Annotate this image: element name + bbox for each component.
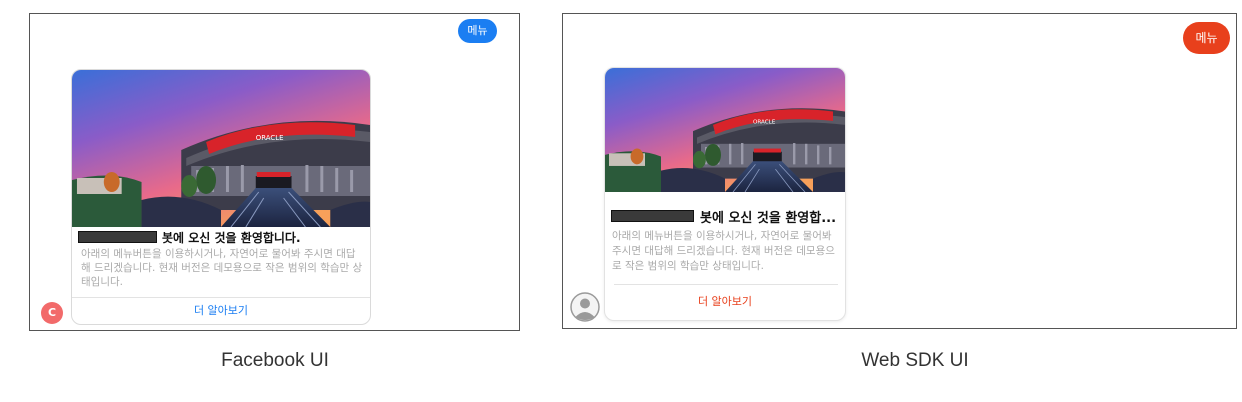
card-divider <box>614 284 838 285</box>
menu-button[interactable]: 메뉴 <box>1183 22 1230 54</box>
card-description: 아래의 메뉴버튼을 이용하시거나, 자연어로 물어봐 주시면 대답해 드리겠습니… <box>612 230 835 272</box>
card-title-row: 봇에 오신 것을 환영합... <box>611 206 843 226</box>
card-title: 봇에 오신 것을 환영합... <box>700 210 837 226</box>
redacted-bot-name <box>611 210 694 222</box>
web-sdk-ui-caption: Web SDK UI <box>861 350 969 371</box>
arena-image <box>72 70 370 227</box>
welcome-card: 봇에 오신 것을 환영합니다. 아래의 메뉴버튼을 이용하시거나, 자연어로 물… <box>71 69 371 325</box>
user-placeholder-icon <box>570 292 600 322</box>
learn-more-button[interactable]: 더 알아보기 <box>72 301 370 321</box>
card-title: 봇에 오신 것을 환영합니다. <box>162 230 301 245</box>
welcome-card: 봇에 오신 것을 환영합... 아래의 메뉴버튼을 이용하시거나, 자연어로 물… <box>604 67 846 321</box>
bot-avatar: C <box>41 302 63 324</box>
learn-more-button[interactable]: 더 알아보기 <box>605 291 845 313</box>
arena-image <box>605 68 845 192</box>
menu-button[interactable]: 메뉴 <box>458 19 497 43</box>
facebook-ui-caption: Facebook UI <box>221 350 329 371</box>
card-description: 아래의 메뉴버튼을 이용하시거나, 자연어로 물어봐 주시면 대답해 드리겠습니… <box>81 248 363 288</box>
facebook-chat-panel: 메뉴 봇에 오신 것을 환영합니다. 아래의 메뉴버튼을 이용하시거나, 자연어… <box>29 13 520 331</box>
web-sdk-chat-panel: 메뉴 봇에 오신 것을 환영합... 아래의 메뉴버튼을 이용하시거나, 자연어… <box>562 13 1237 329</box>
card-title-row: 봇에 오신 것을 환영합니다. <box>78 228 370 246</box>
card-divider <box>72 297 370 298</box>
redacted-bot-name <box>78 231 157 243</box>
